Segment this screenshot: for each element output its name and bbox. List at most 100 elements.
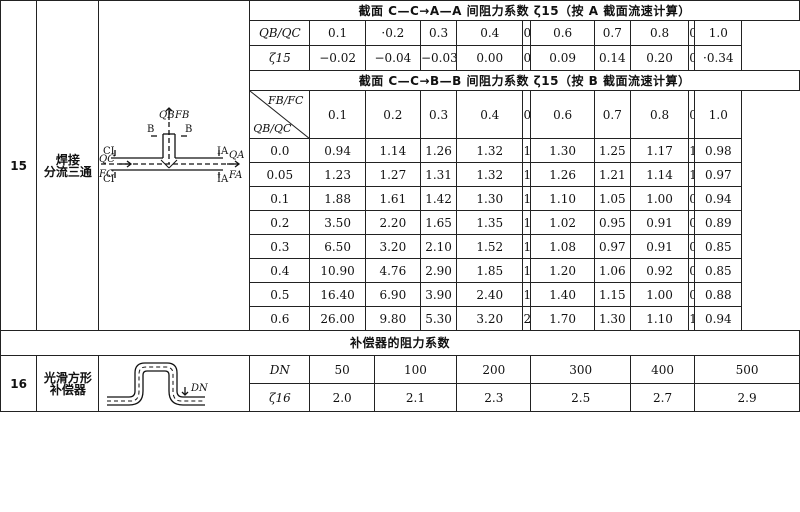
table-cell: 10.90	[309, 258, 366, 283]
compensator-dn-row: 16 光滑方形 补偿器 DN DN 50 100 200 300 400 500	[0, 355, 800, 412]
compensator-dn-value: 50	[309, 355, 375, 384]
diagram-label-b-left: B	[147, 124, 154, 135]
section-ca-zeta: −0.04	[364, 45, 421, 71]
table-cell: 1.42	[419, 186, 458, 211]
section-ca-zeta: 0.03	[522, 45, 532, 71]
table-cell: 1.15	[593, 282, 631, 307]
diagram-label-qa: QA	[229, 150, 244, 161]
table-cell: 1.05	[593, 186, 631, 211]
table-cell: 1.30	[456, 186, 524, 211]
compensator-dn-value: 100	[373, 355, 458, 384]
compensator-zeta-value: 2.5	[530, 383, 631, 412]
table-cell: 1.65	[419, 210, 458, 235]
table-cell: 1.20	[522, 186, 532, 211]
table-cell: 1.30	[593, 306, 631, 331]
table-cell: 1.14	[629, 162, 690, 187]
row-label-qbqc: 0.1	[249, 186, 311, 211]
table-cell: 0.98	[694, 138, 743, 163]
table-cell: 2.90	[419, 258, 458, 283]
section-ca-ratio: 0.7	[593, 20, 631, 46]
table-cell: 1.20	[530, 258, 595, 283]
section-cb-col-header: 0.5	[522, 90, 532, 139]
table-cell: 0.94	[309, 138, 366, 163]
diagram-label-fb: FB	[174, 110, 189, 121]
compensator-dn-label: DN	[249, 355, 311, 384]
section-ca-col-label: QB/QC	[249, 20, 311, 46]
table-cell: 1.30	[530, 138, 595, 163]
table-cell: 3.20	[364, 234, 421, 259]
diagram-label-a-top: IA	[217, 146, 229, 157]
item-name-16-line1: 光滑方形	[43, 370, 92, 385]
table-cell: 6.50	[309, 234, 366, 259]
diagram-label-qc: QC	[99, 154, 115, 165]
table-cell: 0.88	[694, 282, 743, 307]
table-cell: 0.95	[593, 210, 631, 235]
row-label-qbqc: 0.5	[249, 282, 311, 307]
compensator-title: 补偿器的阻力系数	[0, 330, 800, 356]
table-cell: 2.10	[419, 234, 458, 259]
section-ca-ratio: 0.3	[419, 20, 458, 46]
table-cell: 1.10	[629, 306, 690, 331]
table-cell: 5.30	[419, 306, 458, 331]
table-cell: 1.32	[456, 138, 524, 163]
compensator-zeta-value: 2.0	[309, 383, 375, 412]
table-cell: 1.00	[629, 282, 690, 307]
section-ca-title: 截面 C—C→A—A 间阻力系数 ζ15（按 A 截面流速计算）	[249, 0, 800, 21]
table-cell: 1.27	[364, 162, 421, 187]
section-cb-col-header: 0.2	[364, 90, 421, 139]
compensator-zeta-value: 2.7	[629, 383, 696, 412]
section-cb-col-header: 0.3	[419, 90, 458, 139]
section-ca-zeta: −0.02	[309, 45, 366, 71]
table-cell: 1.44	[522, 258, 532, 283]
table-cell: 1.40	[530, 282, 595, 307]
tee-diagram: QB FB B B CI CI IA IA QC FC QA FA	[98, 0, 251, 331]
item-name-15-line2: 分流三通	[43, 164, 92, 179]
table-cell: 0.94	[694, 306, 743, 331]
table-cell: 0.91	[629, 210, 690, 235]
section-ca-zeta: 0.20	[629, 45, 690, 71]
table-cell: 1.52	[456, 234, 524, 259]
table-cell: 1.88	[309, 186, 366, 211]
row-label-qbqc: 0.4	[249, 258, 311, 283]
section-ca-ratio: 0.8	[629, 20, 690, 46]
section-cb-col-header: 0.4	[456, 90, 524, 139]
row-number-16: 16	[0, 355, 38, 412]
compensator-diagram-dn: DN	[190, 383, 209, 394]
section-cb-corner-top: FB/FC	[267, 94, 304, 107]
table-cell: 1.25	[593, 138, 631, 163]
table-cell: 3.20	[456, 306, 524, 331]
table-cell: 1.06	[593, 258, 631, 283]
table-cell: 1.33	[522, 138, 532, 163]
compensator-dn-value: 300	[530, 355, 631, 384]
compensator-zeta-label: ζ16	[249, 383, 311, 412]
table-cell: 1.10	[530, 186, 595, 211]
section-cb-col-header: 1.0	[694, 90, 743, 139]
table-cell: 2.40	[456, 282, 524, 307]
table-cell: 1.02	[530, 210, 595, 235]
item-name-16-line2: 补偿器	[49, 382, 86, 397]
compensator-dn-value: 400	[629, 355, 696, 384]
table-cell: 1.25	[522, 234, 532, 259]
table-cell: 1.85	[456, 258, 524, 283]
section-ca-zeta: ·0.34	[694, 45, 743, 71]
section-ca-zeta: 0.00	[456, 45, 524, 71]
tee-diagram-svg: QB FB B B CI CI IA IA QC FC QA FA	[99, 106, 245, 185]
section-ca-ratio: ·0.2	[364, 20, 421, 46]
diagram-label-fa: FA	[228, 170, 242, 181]
table-cell: 4.76	[364, 258, 421, 283]
compensator-zeta-value: 2.1	[373, 383, 458, 412]
section-ca-zeta: −0.03	[419, 45, 458, 71]
section-ca-ratio: 1.0	[694, 20, 743, 46]
section-ca-ratio: 0.6	[530, 20, 595, 46]
section-cb-corner-bottom: QB/QC	[253, 122, 292, 135]
table-cell: 9.80	[364, 306, 421, 331]
row-label-qbqc: 0.2	[249, 210, 311, 235]
table-cell: 1.30	[522, 162, 532, 187]
table-cell: 1.21	[593, 162, 631, 187]
section-ca-ratio: 0.5	[522, 20, 532, 46]
table-cell: 1.61	[364, 186, 421, 211]
data-table: 15 焊接 分流三通 QB FB B B CI CI IA IA QC FC Q…	[0, 0, 800, 412]
section-ca-zeta-label: ζ15	[249, 45, 311, 71]
table-cell: 1.35	[456, 210, 524, 235]
table-cell: 1.26	[419, 138, 458, 163]
